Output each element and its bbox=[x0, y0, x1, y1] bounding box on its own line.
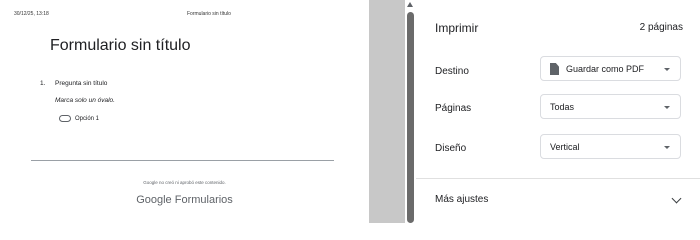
layout-select[interactable]: Vertical bbox=[540, 134, 681, 159]
brand-product: Formularios bbox=[174, 194, 233, 206]
question-text: Pregunta sin título bbox=[55, 80, 108, 87]
form-title: Formulario sin título bbox=[50, 37, 191, 54]
preview-page: 30/12/25, 13:18 Formulario sin título Fo… bbox=[0, 0, 369, 223]
destination-value: Guardar como PDF bbox=[566, 64, 645, 74]
page-header-title: Formulario sin título bbox=[187, 11, 231, 17]
page-divider bbox=[31, 160, 334, 161]
scrollbar-thumb[interactable] bbox=[407, 12, 414, 223]
destination-label: Destino bbox=[435, 66, 469, 77]
brand-google: Google bbox=[136, 194, 172, 206]
option-oval-icon bbox=[59, 115, 71, 122]
disclaimer-text: Google no creó ni aprobó este contenido. bbox=[143, 180, 226, 185]
document-icon bbox=[550, 63, 559, 75]
question-hint: Marca solo un óvalo. bbox=[55, 97, 115, 104]
chevron-down-icon bbox=[664, 146, 670, 149]
layout-label: Diseño bbox=[435, 143, 467, 154]
panel-title: Imprimir bbox=[435, 21, 479, 35]
chevron-down-icon bbox=[664, 68, 670, 71]
pages-value: Todas bbox=[550, 102, 575, 112]
more-settings-toggle[interactable]: Más ajustes bbox=[435, 194, 488, 205]
print-preview-area: 30/12/25, 13:18 Formulario sin título Fo… bbox=[0, 0, 405, 223]
pages-label: Páginas bbox=[435, 103, 472, 114]
layout-value: Vertical bbox=[550, 142, 580, 152]
panel-divider bbox=[416, 178, 700, 179]
google-forms-logo: Google Formularios bbox=[0, 194, 369, 206]
pages-select[interactable]: Todas bbox=[540, 94, 681, 119]
chevron-down-icon bbox=[664, 106, 670, 109]
question-number: 1. bbox=[40, 80, 46, 87]
page-header-date: 30/12/25, 13:18 bbox=[14, 11, 49, 17]
option-label: Opción 1 bbox=[75, 116, 100, 122]
chevron-down-icon[interactable] bbox=[671, 193, 682, 204]
destination-select[interactable]: Guardar como PDF bbox=[540, 56, 681, 81]
scroll-up-arrow-icon[interactable] bbox=[407, 2, 413, 7]
pages-count: 2 páginas bbox=[639, 22, 683, 33]
print-settings-panel: Imprimir 2 páginas Destino Guardar como … bbox=[416, 0, 700, 223]
